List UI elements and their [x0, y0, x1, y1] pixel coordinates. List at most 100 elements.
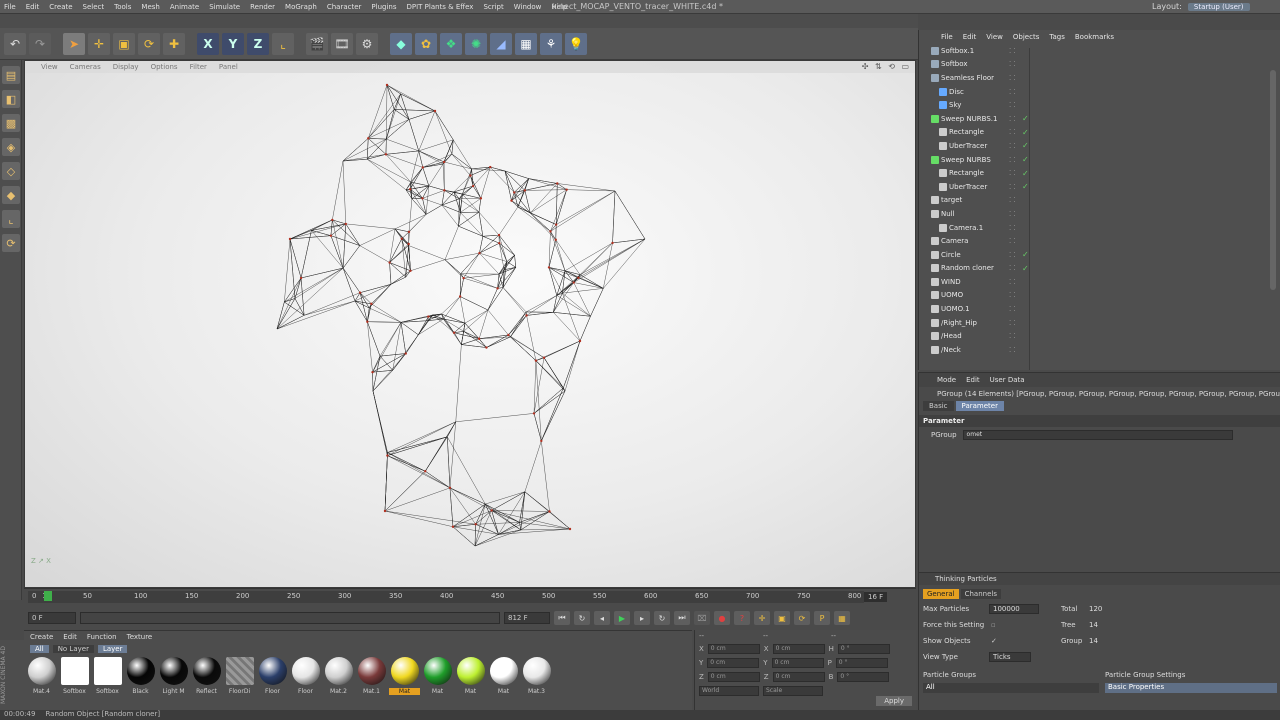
- tp-tab-general[interactable]: General: [923, 589, 959, 599]
- visibility-dots-icon[interactable]: ⁚ ⁚: [1009, 47, 1029, 55]
- record-icon[interactable]: ●: [714, 611, 730, 625]
- object-row[interactable]: Camera ⁚ ⁚: [919, 234, 1280, 248]
- start-frame-field[interactable]: 0 F: [28, 612, 76, 624]
- menu-item-character[interactable]: Character: [327, 3, 362, 11]
- object-name[interactable]: Camera.1: [949, 224, 983, 232]
- add-icon[interactable]: ✚: [163, 32, 185, 55]
- material-tab-no-layer[interactable]: No Layer: [52, 645, 94, 653]
- object-name[interactable]: Null: [941, 210, 955, 218]
- edges-mode-icon[interactable]: ◇: [2, 162, 20, 180]
- coord-field[interactable]: 0 °: [837, 672, 890, 682]
- next-frame-icon[interactable]: ▸: [634, 611, 650, 625]
- object-name[interactable]: /Neck: [941, 346, 961, 354]
- cube-icon[interactable]: ◆: [390, 32, 412, 55]
- render-view-icon[interactable]: 🎬: [306, 32, 328, 55]
- attribute-tab-basic[interactable]: Basic: [923, 401, 954, 411]
- material-swatch[interactable]: Floor: [290, 657, 321, 695]
- object-name[interactable]: Sky: [949, 101, 961, 109]
- object-name[interactable]: UOMO.1: [941, 305, 970, 313]
- object-menu-file[interactable]: File: [941, 33, 953, 41]
- light-icon[interactable]: 💡: [565, 32, 587, 55]
- object-name[interactable]: Circle: [941, 251, 961, 259]
- perspective-viewport[interactable]: View Cameras Display Options Filter Panel ✣ ⇅…: [24, 60, 916, 588]
- object-row[interactable]: Rectangle ⁚ ⁚ ✓: [919, 126, 1280, 140]
- max-particles-field[interactable]: 100000: [989, 604, 1039, 614]
- object-name[interactable]: Rectangle: [949, 169, 984, 177]
- enabled-check-icon[interactable]: ✓: [1022, 128, 1029, 137]
- scene-icon[interactable]: ⚘: [540, 32, 562, 55]
- visibility-dots-icon[interactable]: ⁚ ⁚: [1009, 101, 1029, 109]
- texture-mode-icon[interactable]: ▩: [2, 114, 20, 132]
- layout-selector[interactable]: Layout: Startup (User): [1152, 2, 1250, 11]
- pgroup-field[interactable]: omet: [962, 430, 1233, 440]
- force-setting-checkbox[interactable]: ▫: [991, 621, 996, 629]
- scale-mode-dropdown[interactable]: Scale: [763, 686, 823, 696]
- move-icon[interactable]: ✛: [88, 32, 110, 55]
- object-row[interactable]: /Right_Hip ⁚ ⁚: [919, 316, 1280, 330]
- end-frame-field[interactable]: 812 F: [504, 612, 550, 624]
- basic-properties-header[interactable]: Basic Properties: [1105, 683, 1277, 693]
- object-menu-view[interactable]: View: [986, 33, 1003, 41]
- object-row[interactable]: Null ⁚ ⁚: [919, 207, 1280, 221]
- object-row[interactable]: Camera.1 ⁚ ⁚: [919, 221, 1280, 235]
- coord-icon[interactable]: ⌞: [272, 32, 294, 55]
- scale-icon[interactable]: ▣: [113, 32, 135, 55]
- visibility-dots-icon[interactable]: ⁚ ⁚: [1009, 237, 1029, 245]
- attribute-menu-edit[interactable]: Edit: [966, 376, 980, 384]
- object-row[interactable]: Sky ⁚ ⁚: [919, 98, 1280, 112]
- tp-tab-channels[interactable]: Channels: [960, 589, 1001, 599]
- menu-item-plugins[interactable]: Plugins: [371, 3, 396, 11]
- material-swatch[interactable]: Mat: [422, 657, 453, 695]
- visibility-dots-icon[interactable]: ⁚ ⁚: [1009, 88, 1029, 96]
- material-swatch[interactable]: Black: [125, 657, 156, 695]
- select-icon[interactable]: ➤: [63, 32, 85, 55]
- object-row[interactable]: /Head ⁚ ⁚: [919, 329, 1280, 343]
- array-icon[interactable]: ❖: [440, 32, 462, 55]
- menu-item-file[interactable]: File: [4, 3, 16, 11]
- current-frame-field[interactable]: 16 F: [864, 592, 888, 602]
- attribute-menu-mode[interactable]: Mode: [937, 376, 956, 384]
- y-axis-icon[interactable]: Y: [222, 32, 244, 55]
- key-rotate-icon[interactable]: ⟳: [794, 611, 810, 625]
- object-row[interactable]: WIND ⁚ ⁚: [919, 275, 1280, 289]
- material-menu-create[interactable]: Create: [30, 633, 53, 641]
- visibility-dots-icon[interactable]: ⁚ ⁚: [1009, 60, 1029, 68]
- coord-field[interactable]: 0 cm: [707, 644, 760, 654]
- material-tab-layer[interactable]: Layer: [97, 645, 128, 653]
- material-swatch[interactable]: FloorDi: [224, 657, 255, 695]
- object-row[interactable]: target ⁚ ⁚: [919, 194, 1280, 208]
- object-row[interactable]: Sweep NURBS.1 ⁚ ⁚ ✓: [919, 112, 1280, 126]
- visibility-dots-icon[interactable]: ⁚ ⁚: [1009, 332, 1029, 340]
- polygons-mode-icon[interactable]: ◆: [2, 186, 20, 204]
- enabled-check-icon[interactable]: ✓: [1022, 114, 1029, 123]
- loop-icon[interactable]: ↻: [574, 611, 590, 625]
- material-menu-texture[interactable]: Texture: [127, 633, 153, 641]
- object-name[interactable]: /Head: [941, 332, 962, 340]
- menu-item-mograph[interactable]: MoGraph: [285, 3, 317, 11]
- material-swatch[interactable]: Light M: [158, 657, 189, 695]
- menu-item-tools[interactable]: Tools: [114, 3, 131, 11]
- key-grid-icon[interactable]: ▦: [834, 611, 850, 625]
- rotate-icon[interactable]: ⟳: [138, 32, 160, 55]
- coord-field[interactable]: 0 cm: [772, 644, 825, 654]
- visibility-dots-icon[interactable]: ⁚ ⁚: [1009, 319, 1029, 327]
- object-name[interactable]: Softbox: [941, 60, 967, 68]
- object-menu-bookmarks[interactable]: Bookmarks: [1075, 33, 1114, 41]
- go-end-icon[interactable]: ⏭: [674, 611, 690, 625]
- material-swatch[interactable]: Mat.1: [356, 657, 387, 695]
- refresh-icon[interactable]: ↻: [654, 611, 670, 625]
- object-row[interactable]: Sweep NURBS ⁚ ⁚ ✓: [919, 153, 1280, 167]
- object-row[interactable]: UberTracer ⁚ ⁚ ✓: [919, 180, 1280, 194]
- menu-item-window[interactable]: Window: [514, 3, 542, 11]
- material-swatch[interactable]: Reflect: [191, 657, 222, 695]
- coord-system-dropdown[interactable]: World: [699, 686, 759, 696]
- object-row[interactable]: Softbox.1 ⁚ ⁚: [919, 44, 1280, 58]
- object-name[interactable]: Disc: [949, 88, 964, 96]
- show-objects-checkbox[interactable]: ✓: [991, 637, 997, 645]
- autokey-icon[interactable]: ?: [734, 611, 750, 625]
- coord-field[interactable]: 0 °: [835, 658, 888, 668]
- object-row[interactable]: Random cloner ⁚ ⁚ ✓: [919, 262, 1280, 276]
- material-swatch[interactable]: Softbox: [59, 657, 90, 695]
- render-picture-icon[interactable]: 🎞: [331, 32, 353, 55]
- points-mode-icon[interactable]: ◈: [2, 138, 20, 156]
